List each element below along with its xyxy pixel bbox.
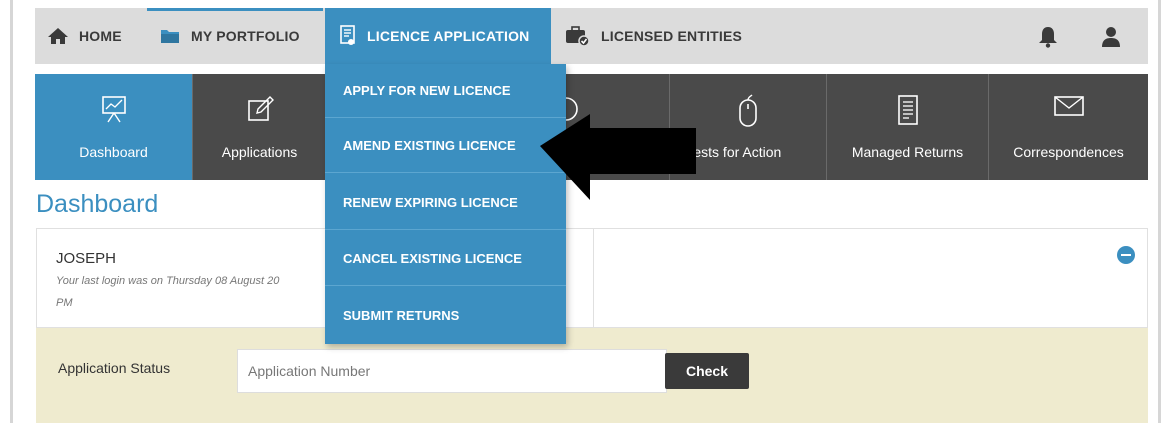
user-name: JOSEPH: [56, 250, 117, 267]
menu-apply-new-licence[interactable]: APPLY FOR NEW LICENCE: [325, 64, 566, 118]
nav-portfolio-label: MY PORTFOLIO: [191, 28, 300, 44]
last-login-text: Your last login was on Thursday 08 Augus…: [56, 270, 336, 314]
bell-icon[interactable]: [1038, 26, 1058, 48]
tile-applications[interactable]: Applications: [193, 74, 327, 180]
menu-amend-existing-licence[interactable]: AMEND EXISTING LICENCE: [325, 119, 566, 173]
last-login-line: Your last login was on Thursday 08 Augus…: [56, 275, 280, 287]
last-login-line-2: PM: [56, 297, 73, 309]
nav-my-portfolio[interactable]: MY PORTFOLIO: [147, 8, 323, 64]
tile-applications-label: Applications: [221, 144, 298, 160]
menu-cancel-existing-licence[interactable]: CANCEL EXISTING LICENCE: [325, 232, 566, 286]
tile-managed-returns[interactable]: Managed Returns: [827, 74, 989, 180]
home-icon: [48, 28, 68, 44]
frame-left: [10, 0, 13, 423]
certificate-icon: [340, 25, 355, 45]
menu-renew-expiring-licence[interactable]: RENEW EXPIRING LICENCE: [325, 176, 566, 230]
mouse-icon: [739, 94, 757, 127]
user-icon[interactable]: [1102, 26, 1120, 48]
check-button[interactable]: Check: [665, 353, 749, 389]
tile-correspondences-label: Correspondences: [1013, 144, 1124, 160]
nav-licence-application[interactable]: LICENCE APPLICATION: [325, 8, 551, 64]
application-number-input[interactable]: [237, 349, 667, 393]
nav-home-label: HOME: [79, 28, 122, 44]
envelope-icon: [1053, 96, 1084, 116]
arrow-annotation-icon: [540, 114, 696, 200]
nav-licensed-entities[interactable]: LICENSED ENTITIES: [565, 8, 742, 64]
collapse-icon[interactable]: [1117, 246, 1135, 264]
tile-correspondences[interactable]: Correspondences: [989, 74, 1148, 180]
presentation-chart-icon: [101, 96, 126, 123]
nav-entities-label: LICENSED ENTITIES: [601, 28, 743, 44]
nav-home[interactable]: HOME: [47, 8, 122, 64]
tile-dashboard-label: Dashboard: [79, 144, 148, 160]
tile-managed-returns-label: Managed Returns: [851, 144, 964, 160]
page-title: Dashboard: [36, 190, 159, 218]
document-icon: [897, 95, 918, 125]
edit-icon: [247, 96, 274, 121]
licence-application-dropdown: APPLY FOR NEW LICENCE AMEND EXISTING LIC…: [325, 64, 566, 344]
application-status-label: Application Status: [58, 360, 171, 376]
frame-right: [1158, 0, 1161, 423]
panel-divider: [593, 228, 594, 328]
menu-submit-returns[interactable]: SUBMIT RETURNS: [325, 288, 566, 342]
briefcase-check-icon: [566, 26, 590, 47]
folder-icon: [161, 30, 179, 43]
tile-dashboard[interactable]: Dashboard: [35, 74, 193, 180]
top-nav: HOME MY PORTFOLIO LICENCE APPLICATION LI…: [35, 8, 1148, 64]
nav-licence-label: LICENCE APPLICATION: [367, 28, 530, 44]
